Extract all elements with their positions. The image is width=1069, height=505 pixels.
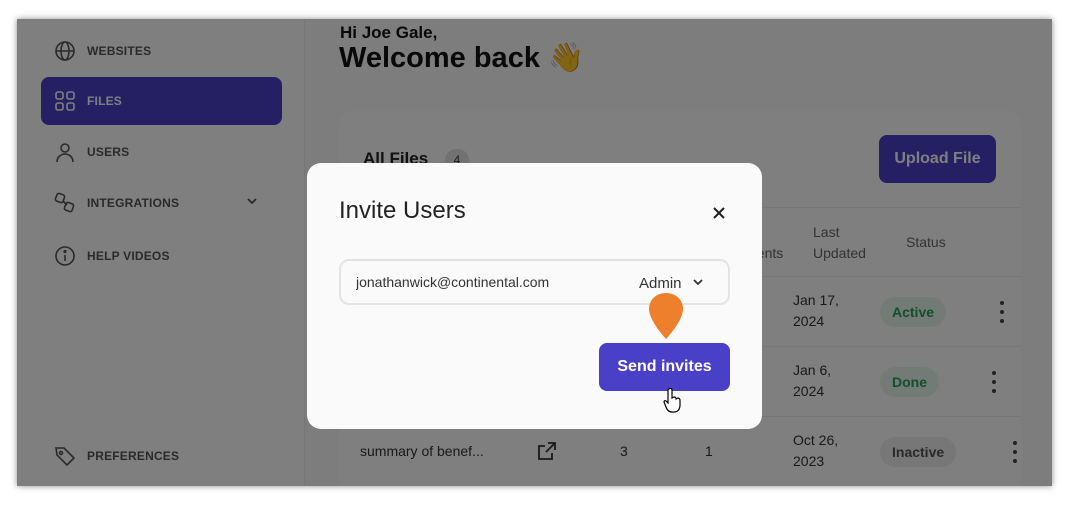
email-input[interactable] [356,272,606,292]
app-window: WEBSITES FILES USERS [17,19,1052,486]
invite-users-dialog: Invite Users Admin Send invites [307,163,762,429]
location-pin-icon [648,291,684,346]
chevron-down-icon [692,275,704,292]
role-select-value: Admin [639,274,682,292]
dialog-title: Invite Users [339,197,466,224]
send-invites-button[interactable]: Send invites [599,343,730,391]
hand-cursor-icon [663,387,683,418]
close-icon[interactable] [707,201,731,225]
